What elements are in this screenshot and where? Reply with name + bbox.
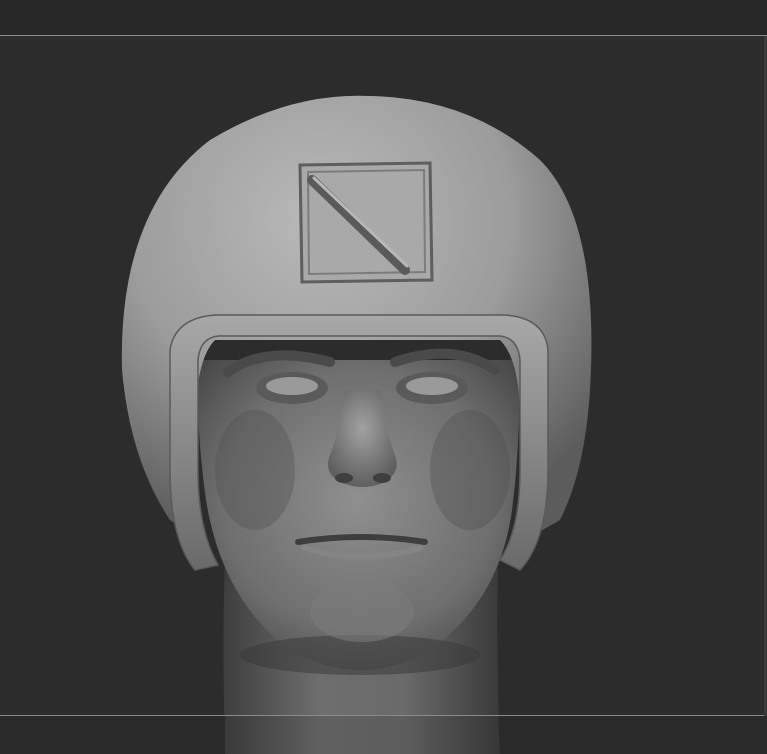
sculpt-model-render[interactable]	[0, 36, 767, 715]
diagonal-stripe-square-icon	[298, 161, 434, 284]
top-toolbar-area	[0, 0, 767, 35]
sculpt-app-window	[0, 0, 767, 754]
chin	[310, 582, 414, 642]
neck-continuation	[225, 716, 500, 754]
viewport-canvas[interactable]	[0, 36, 767, 715]
bottom-status-area	[0, 716, 767, 754]
